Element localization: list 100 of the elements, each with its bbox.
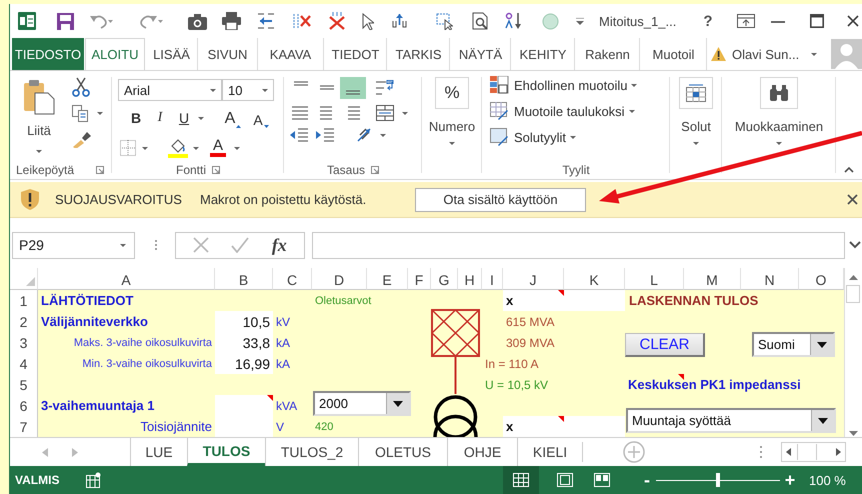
column-header[interactable]: L — [625, 268, 684, 290]
zoom-slider[interactable] — [656, 473, 780, 487]
dropdown-arrow-icon[interactable] — [817, 342, 827, 348]
account-button[interactable]: Olavi Sun... — [732, 46, 824, 62]
printer-icon[interactable] — [222, 12, 241, 30]
delete-icon[interactable] — [328, 12, 346, 30]
expand-icon[interactable] — [849, 241, 861, 249]
sheet-tab[interactable]: TULOS — [187, 438, 265, 466]
formula-input-field[interactable] — [312, 232, 845, 258]
caret-icon[interactable] — [449, 142, 455, 145]
input-cell[interactable] — [215, 416, 273, 437]
normal-view-button[interactable] — [503, 466, 539, 494]
row-header[interactable]: 2 — [10, 311, 38, 332]
styles-menu-button[interactable]: Solutyylit — [514, 130, 576, 144]
styles-menu-button[interactable]: Ehdollinen muotoilu — [514, 78, 638, 92]
camera-icon[interactable] — [188, 12, 207, 30]
grow-font-button[interactable]: A — [222, 108, 244, 128]
borders-icon[interactable] — [120, 140, 136, 156]
column-header[interactable]: J — [503, 268, 564, 290]
align-left-icon[interactable] — [292, 106, 308, 120]
input-cell[interactable] — [215, 395, 273, 416]
column-header[interactable]: C — [273, 268, 312, 290]
normal-view-icon[interactable] — [513, 473, 529, 487]
caret-icon[interactable] — [193, 146, 199, 150]
dropdown[interactable]: Suomi — [752, 332, 835, 357]
column-header[interactable]: D — [312, 268, 367, 290]
close-icon[interactable] — [847, 194, 858, 205]
ribbon-tab[interactable]: TIEDOSTO — [12, 38, 84, 70]
spreadsheet-logo-icon[interactable] — [18, 12, 36, 30]
decrease-indent-icon[interactable] — [290, 128, 308, 142]
underline-button[interactable]: U — [176, 108, 192, 128]
column-header[interactable]: F — [408, 268, 431, 290]
customize-icon[interactable] — [576, 18, 584, 24]
column-header[interactable]: B — [215, 268, 273, 290]
scroll-right-icon[interactable] — [836, 448, 841, 456]
maximize-icon[interactable] — [810, 14, 824, 28]
caret-icon[interactable] — [811, 52, 818, 56]
increase-indent-icon[interactable] — [316, 128, 334, 142]
insert-icon[interactable] — [258, 12, 274, 30]
dropdown-arrow-icon[interactable] — [393, 400, 403, 406]
dialog-launcher-icon[interactable] — [96, 166, 104, 174]
row-header[interactable]: 7 — [10, 416, 38, 437]
scroll-thumb[interactable] — [797, 444, 817, 460]
caret-icon[interactable] — [776, 142, 782, 145]
caret-icon[interactable] — [120, 244, 126, 246]
column-header[interactable]: O — [799, 268, 844, 290]
pointer-icon[interactable] — [362, 12, 374, 30]
percent-button[interactable]: % — [435, 77, 469, 109]
italic-button[interactable]: I — [152, 108, 168, 128]
paste-button[interactable]: Liitä — [27, 123, 51, 153]
delete-columns-icon[interactable] — [293, 12, 311, 30]
wrap-text-icon[interactable] — [376, 80, 394, 96]
dropdown[interactable]: Muuntaja syöttää — [626, 408, 836, 433]
copy-icon[interactable] — [72, 105, 89, 122]
caret-icon[interactable] — [402, 112, 408, 114]
cells-button[interactable]: Solut — [681, 119, 711, 145]
help-button[interactable]: ? — [700, 12, 716, 30]
row-header[interactable]: 1 — [10, 290, 38, 311]
row-header[interactable]: 5 — [10, 374, 38, 395]
font-name-field[interactable]: Arial — [118, 79, 222, 101]
ribbon-display-icon[interactable] — [737, 14, 755, 28]
align-center-icon[interactable] — [318, 106, 334, 120]
binoculars-icon[interactable] — [769, 85, 789, 101]
caret-icon[interactable] — [234, 146, 240, 150]
page-layout-icon[interactable] — [557, 473, 573, 487]
input-cell[interactable] — [564, 290, 625, 311]
dialog-launcher-icon[interactable] — [371, 166, 380, 174]
drag-handle-icon[interactable] — [154, 239, 158, 251]
caret-icon[interactable] — [198, 116, 204, 120]
zoom-in-button[interactable]: + — [783, 471, 797, 489]
input-cell[interactable]: 33,8 — [215, 332, 273, 353]
caret-icon[interactable] — [692, 142, 699, 145]
input-cell[interactable]: x — [503, 416, 564, 437]
caret-icon[interactable] — [36, 150, 42, 153]
font-size-field[interactable]: 10 — [222, 79, 274, 101]
row-header[interactable]: 3 — [10, 332, 38, 353]
column-header[interactable]: N — [741, 268, 799, 290]
caret-icon[interactable] — [142, 146, 148, 150]
caret-icon[interactable] — [380, 134, 386, 136]
caret-icon[interactable] — [628, 110, 635, 112]
editing-button[interactable]: Muokkaaminen — [734, 119, 824, 145]
input-cell[interactable] — [564, 416, 625, 437]
paste-icon[interactable] — [23, 79, 55, 115]
row-header[interactable]: 6 — [10, 395, 38, 416]
caret-icon[interactable] — [262, 88, 268, 92]
collapse-ribbon-icon[interactable] — [844, 167, 854, 173]
enable-content-button[interactable]: Ota sisältö käyttöön — [415, 188, 586, 212]
caret-icon[interactable] — [97, 112, 103, 115]
dropdown-arrow-icon[interactable] — [818, 418, 828, 424]
insert-function-button[interactable]: fx — [272, 234, 287, 256]
select-objects-icon[interactable] — [436, 12, 453, 30]
dropdown[interactable]: 2000 — [313, 391, 411, 416]
scroll-left-icon[interactable] — [786, 448, 791, 456]
print-preview-icon[interactable] — [472, 12, 490, 30]
align-bottom-button[interactable] — [340, 77, 366, 99]
cell-styles-icon[interactable] — [490, 128, 509, 146]
row-header[interactable]: 4 — [10, 353, 38, 374]
input-cell[interactable]: 10,5 — [215, 311, 273, 332]
caret-icon[interactable] — [631, 84, 638, 86]
scroll-thumb[interactable] — [846, 285, 860, 303]
